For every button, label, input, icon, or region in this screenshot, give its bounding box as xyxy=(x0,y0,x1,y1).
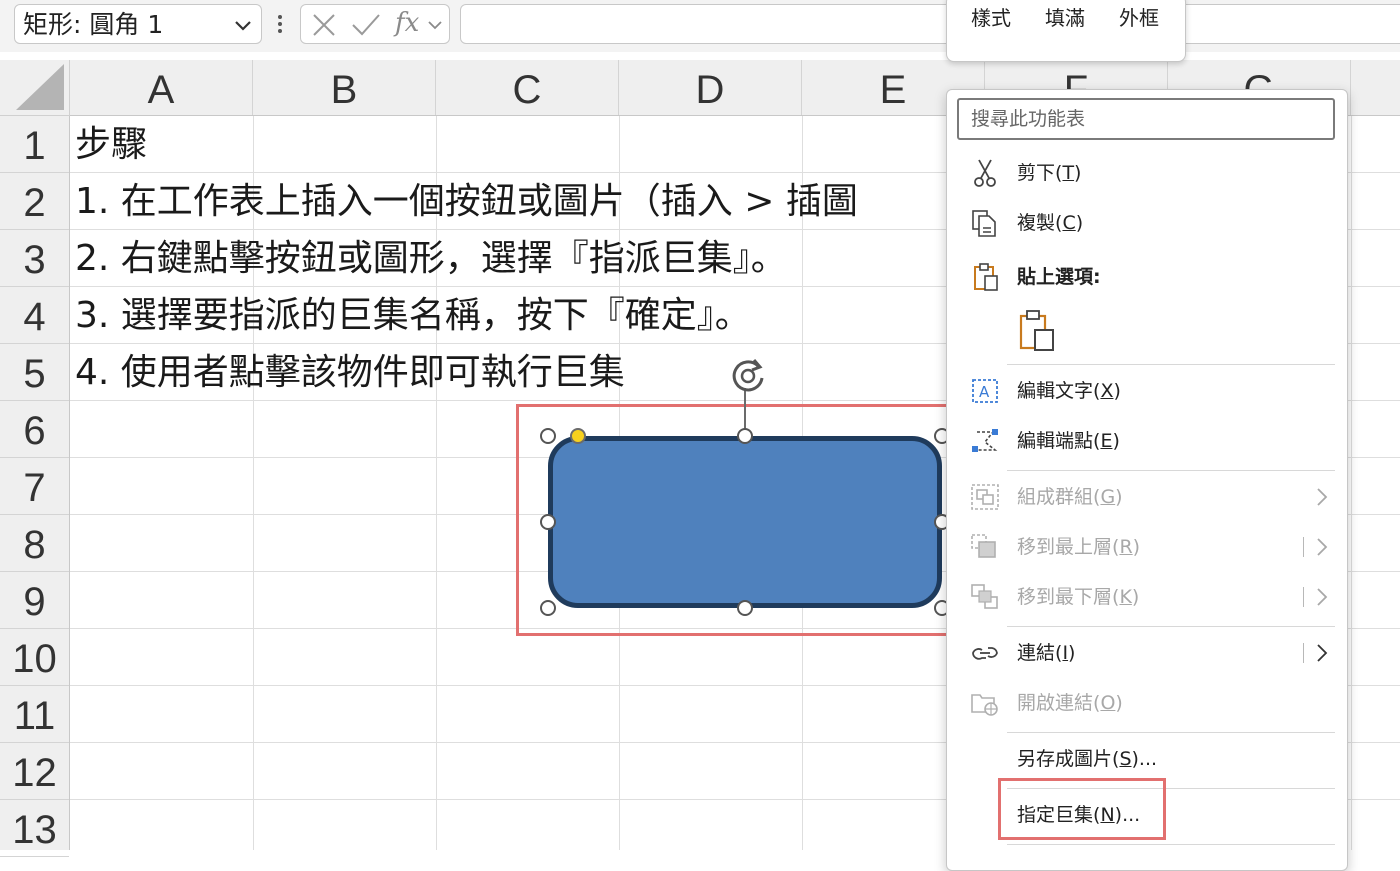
formula-buttons: fx xyxy=(300,4,450,44)
paste-keep-format-icon[interactable] xyxy=(1017,308,1059,352)
row-header-5[interactable]: 5 xyxy=(0,344,69,401)
cell-a4[interactable]: 3. 選擇要指派的巨集名稱，按下『確定』。 xyxy=(75,287,751,344)
gridline xyxy=(1351,116,1352,850)
paste-options-header: 貼上選項: xyxy=(947,254,1347,300)
menu-item-edit-text[interactable]: A 編輯文字(X) xyxy=(947,368,1347,414)
menu-item-label: 移到最下層(K) xyxy=(1017,586,1140,608)
resize-handle-left[interactable] xyxy=(540,514,556,530)
select-all-corner[interactable] xyxy=(0,60,70,116)
menu-divider xyxy=(1007,470,1335,471)
menu-item-label: 編輯端點(E) xyxy=(1017,430,1120,452)
cell-a2[interactable]: 1. 在工作表上插入一個按鈕或圖片（插入 > 插圖 xyxy=(75,173,858,230)
menu-divider xyxy=(1007,732,1335,733)
column-header-d[interactable]: D xyxy=(619,60,802,115)
menu-item-open-link: 開啟連結(O) xyxy=(947,680,1347,726)
name-box[interactable]: 矩形: 圓角 1 xyxy=(14,4,262,44)
cancel-icon[interactable] xyxy=(311,12,337,38)
assign-macro-highlight-box xyxy=(998,778,1166,840)
menu-item-link[interactable]: 連結(I) xyxy=(947,630,1347,676)
bring-to-front-icon xyxy=(971,534,996,558)
chevron-right-icon xyxy=(1317,588,1328,606)
column-header-a[interactable]: A xyxy=(70,60,253,115)
row-header-11[interactable]: 11 xyxy=(0,686,69,743)
paste-icon xyxy=(974,263,998,291)
menu-item-save-as-picture[interactable]: 另存成圖片(S)... xyxy=(947,736,1347,782)
menu-item-label: 剪下(T) xyxy=(1017,162,1082,184)
more-options-icon[interactable] xyxy=(276,12,284,36)
menu-item-edit-points[interactable]: 編輯端點(E) xyxy=(947,418,1347,464)
scissors-icon xyxy=(974,159,996,187)
menu-item-group: 組成群組(G) xyxy=(947,474,1347,520)
cell-a5[interactable]: 4. 使用者點擊該物件即可執行巨集 xyxy=(75,344,625,401)
menu-item-label: 複製(C) xyxy=(1017,212,1084,234)
resize-handle-top-left[interactable] xyxy=(540,428,556,444)
split-divider xyxy=(1303,587,1304,607)
link-icon xyxy=(972,647,998,660)
enter-check-icon[interactable] xyxy=(351,12,381,38)
chevron-down-icon[interactable] xyxy=(427,17,443,33)
menu-item-label: 移到最上層(R) xyxy=(1017,536,1141,558)
chevron-down-icon[interactable] xyxy=(231,13,255,37)
rounded-rectangle-shape[interactable] xyxy=(548,436,942,608)
resize-handle-bottom[interactable] xyxy=(737,600,753,616)
column-header-b[interactable]: B xyxy=(253,60,436,115)
copy-icon xyxy=(972,210,996,237)
row-header-13[interactable]: 13 xyxy=(0,800,69,857)
menu-divider xyxy=(1007,844,1335,845)
menu-item-label: 編輯文字(X) xyxy=(1017,380,1121,402)
formula-input[interactable] xyxy=(460,4,1400,44)
menu-item-label: 組成群組(G) xyxy=(1017,486,1123,508)
rotate-icon[interactable] xyxy=(724,352,772,400)
row-header-4[interactable]: 4 xyxy=(0,287,69,344)
row-header-9[interactable]: 9 xyxy=(0,572,69,629)
shape-mini-toolbar: 樣式 填滿 外框 xyxy=(946,0,1186,62)
paste-options-label: 貼上選項: xyxy=(1017,266,1101,288)
row-header-12[interactable]: 12 xyxy=(0,743,69,800)
svg-text:A: A xyxy=(979,383,990,401)
menu-search-input[interactable] xyxy=(969,100,1333,138)
group-icon xyxy=(971,484,999,510)
edit-points-icon xyxy=(972,429,998,452)
menu-divider xyxy=(1007,626,1335,627)
open-link-icon xyxy=(971,694,998,716)
row-header-6[interactable]: 6 xyxy=(0,401,69,458)
row-header-3[interactable]: 3 xyxy=(0,230,69,287)
menu-item-label: 另存成圖片(S)... xyxy=(1017,748,1158,770)
menu-item-send-to-back: 移到最下層(K) xyxy=(947,574,1347,620)
menu-divider xyxy=(1007,364,1335,365)
column-header-c[interactable]: C xyxy=(436,60,619,115)
menu-item-copy[interactable]: 複製(C) xyxy=(947,200,1347,246)
corner-radius-handle[interactable] xyxy=(570,428,586,444)
chevron-right-icon[interactable] xyxy=(1315,643,1329,663)
menu-item-cut[interactable]: 剪下(T) xyxy=(947,150,1347,196)
row-headers: 1 2 3 4 5 6 7 8 9 10 11 12 13 xyxy=(0,116,70,857)
cell-a1[interactable]: 步驟 xyxy=(75,116,147,173)
menu-search-box[interactable] xyxy=(957,98,1335,140)
send-to-back-icon xyxy=(971,584,998,609)
select-all-triangle-icon xyxy=(16,64,64,110)
edit-text-icon: A xyxy=(972,379,998,403)
split-divider xyxy=(1303,643,1304,663)
row-header-8[interactable]: 8 xyxy=(0,515,69,572)
row-header-2[interactable]: 2 xyxy=(0,173,69,230)
resize-handle-bottom-left[interactable] xyxy=(540,600,556,616)
resize-handle-top[interactable] xyxy=(737,428,753,444)
menu-item-label: 開啟連結(O) xyxy=(1017,692,1123,714)
insert-function-button[interactable]: fx xyxy=(395,7,419,39)
row-header-10[interactable]: 10 xyxy=(0,629,69,686)
split-divider xyxy=(1303,537,1304,557)
row-header-1[interactable]: 1 xyxy=(0,116,69,173)
name-box-value: 矩形: 圓角 1 xyxy=(23,10,164,39)
chevron-right-icon xyxy=(1317,488,1328,506)
cell-a3[interactable]: 2. 右鍵點擊按鈕或圖形，選擇『指派巨集』。 xyxy=(75,230,787,287)
menu-item-bring-to-front: 移到最上層(R) xyxy=(947,524,1347,570)
fill-button[interactable]: 填滿 xyxy=(1045,3,1085,33)
formula-bar: 矩形: 圓角 1 fx xyxy=(0,0,1400,52)
style-button[interactable]: 樣式 xyxy=(971,3,1011,33)
row-header-7[interactable]: 7 xyxy=(0,458,69,515)
context-menu: 剪下(T) 複製(C) 貼上選項: A 編輯文字(X) xyxy=(946,89,1348,871)
menu-item-label: 連結(I) xyxy=(1017,642,1076,664)
chevron-right-icon xyxy=(1317,538,1328,556)
outline-button[interactable]: 外框 xyxy=(1119,3,1159,33)
